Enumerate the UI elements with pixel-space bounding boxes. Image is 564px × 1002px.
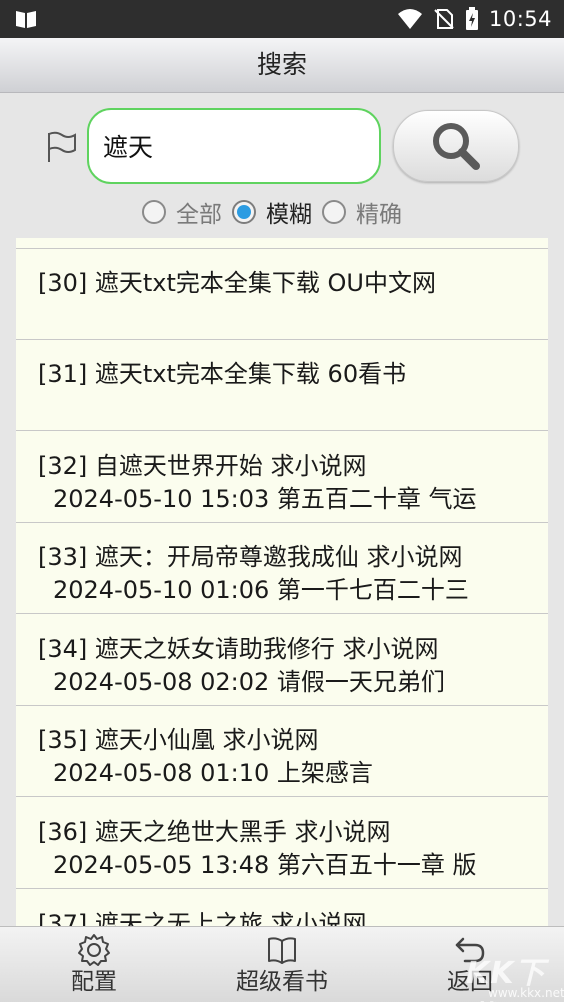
super-reader-label: 超级看书 [236, 969, 328, 995]
result-item[interactable]: [30] 遮天txt完本全集下载 OU中文网 [16, 249, 548, 340]
result-item[interactable]: [37] 遮天之无上之旅 求小说网 [16, 890, 548, 926]
status-icons: 10:54 [397, 6, 552, 32]
result-item[interactable]: [33] 遮天：开局帝尊邀我成仙 求小说网 2024-05-10 01:06 第… [16, 523, 548, 614]
radio-all-dot[interactable] [142, 200, 166, 224]
result-item[interactable]: [31] 遮天txt完本全集下载 60看书 [16, 340, 548, 431]
result-update: 2024-05-10 01:06 第一千七百二十三 [53, 576, 469, 604]
result-title: [30] 遮天txt完本全集下载 OU中文网 [38, 269, 437, 297]
result-item[interactable]: [34] 遮天之妖女请助我修行 求小说网 2024-05-08 02:02 请假… [16, 615, 548, 706]
watermark-logo: KK下载 www.kkx.net [458, 948, 564, 1002]
status-time: 10:54 [488, 7, 552, 31]
result-update: 2024-05-08 02:02 请假一天兄弟们 [53, 668, 445, 696]
result-title: [33] 遮天：开局帝尊邀我成仙 求小说网 [38, 543, 463, 571]
title-bar: 搜索 [0, 38, 564, 93]
result-item[interactable]: [35] 遮天小仙凰 求小说网 2024-05-08 01:10 上架感言 [16, 706, 548, 797]
radio-fuzzy[interactable]: 模糊 [232, 195, 312, 229]
search-input[interactable] [87, 108, 381, 184]
battery-charging-icon [465, 7, 478, 30]
screen: 10:54 搜索 全部 模糊 精确 [3 [0, 0, 564, 1002]
radio-fuzzy-dot[interactable] [232, 200, 256, 224]
result-title: [31] 遮天txt完本全集下载 60看书 [38, 360, 407, 388]
no-sim-icon [434, 9, 454, 29]
radio-exact-label[interactable]: 精确 [356, 195, 402, 229]
gear-icon [78, 934, 110, 966]
config-label: 配置 [71, 969, 117, 995]
result-update: 2024-05-08 01:10 上架感言 [53, 759, 373, 787]
radio-all-label[interactable]: 全部 [176, 195, 222, 229]
match-mode-options: 全部 模糊 精确 [142, 194, 412, 230]
search-icon [433, 123, 480, 170]
config-button[interactable]: 配置 [44, 927, 144, 1002]
result-title: [36] 遮天之绝世大黑手 求小说网 [38, 818, 391, 846]
result-item[interactable]: [36] 遮天之绝世大黑手 求小说网 2024-05-05 13:48 第六百五… [16, 798, 548, 889]
watermark-url: www.kkx.net [488, 986, 564, 1000]
result-title: [32] 自遮天世界开始 求小说网 [38, 452, 367, 480]
result-update: 2024-05-10 15:03 第五百二十章 气运 [53, 485, 477, 513]
result-update: 2024-05-05 13:48 第六百五十一章 版 [53, 851, 477, 879]
result-title: [34] 遮天之妖女请助我修行 求小说网 [38, 635, 439, 663]
flag-icon[interactable] [44, 130, 78, 164]
wifi-icon [397, 9, 422, 29]
result-item[interactable]: [32] 自遮天世界开始 求小说网 2024-05-10 15:03 第五百二十… [16, 432, 548, 523]
search-button[interactable] [393, 110, 519, 182]
radio-exact[interactable]: 精确 [322, 195, 402, 229]
list-top-divider [16, 238, 548, 249]
page-title: 搜索 [256, 50, 307, 79]
radio-all[interactable]: 全部 [142, 195, 222, 229]
radio-fuzzy-label[interactable]: 模糊 [266, 195, 312, 229]
status-bar: 10:54 [0, 0, 564, 38]
super-reader-button[interactable]: 超级看书 [222, 927, 342, 1002]
open-book-icon [268, 937, 296, 964]
result-title: [37] 遮天之无上之旅 求小说网 [38, 910, 367, 926]
notification-book-icon [16, 11, 36, 28]
result-title: [35] 遮天小仙凰 求小说网 [38, 726, 319, 754]
radio-exact-dot[interactable] [322, 200, 346, 224]
results-list[interactable]: [30] 遮天txt完本全集下载 OU中文网 [31] 遮天txt完本全集下载 … [16, 238, 548, 926]
